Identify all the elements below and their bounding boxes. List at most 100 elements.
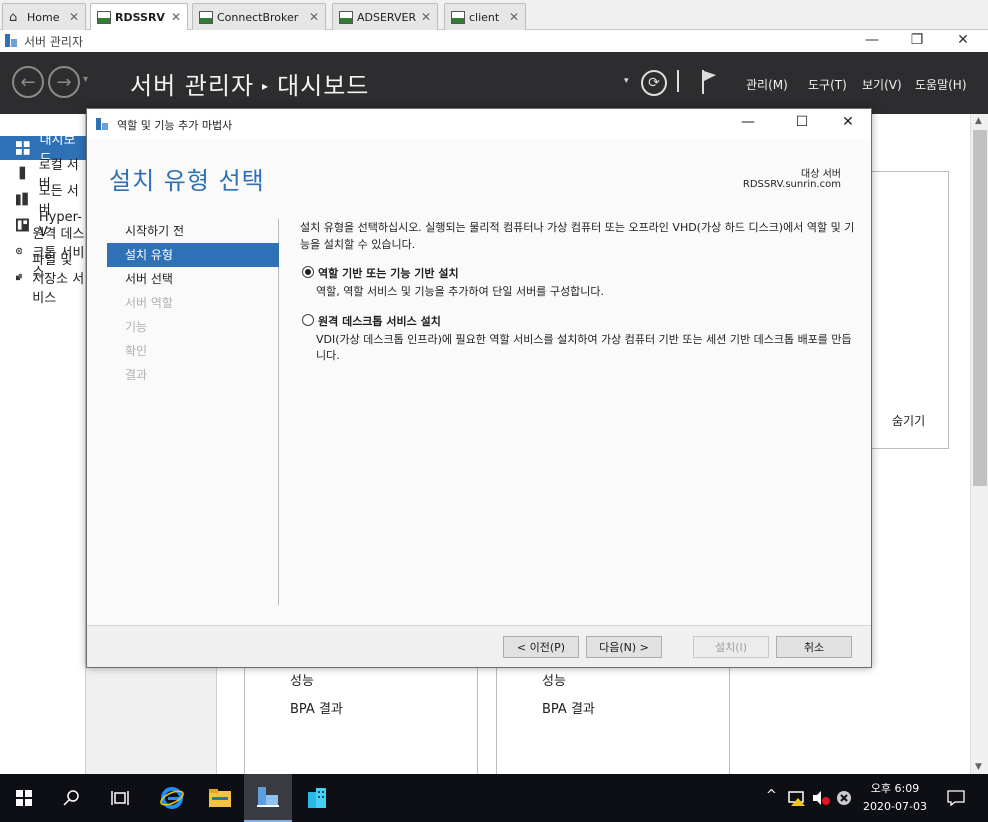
tab-close-icon[interactable]: ✕ [421, 10, 431, 24]
tile-performance[interactable]: 성능 [542, 670, 566, 689]
window-title-bar: 서버 관리자 — ❐ ✕ [0, 30, 988, 52]
dashboard-icon [16, 141, 30, 155]
tab-close-icon[interactable]: ✕ [509, 10, 519, 24]
menu-tools[interactable]: 도구(T) [808, 76, 847, 93]
menu-view[interactable]: 보기(V) [862, 76, 902, 93]
server-manager-icon [5, 34, 17, 47]
tab-client[interactable]: client ✕ [444, 3, 526, 30]
tab-label: Home [27, 10, 60, 24]
server-manager-taskbar-button[interactable] [244, 774, 292, 822]
network-warning-icon[interactable] [788, 790, 806, 806]
step-installation-type[interactable]: 설치 유형 [107, 243, 279, 267]
radio-role-based[interactable] [302, 266, 314, 278]
tab-close-icon[interactable]: ✕ [171, 10, 181, 24]
tab-close-icon[interactable]: ✕ [69, 10, 79, 24]
tile-bpa-results[interactable]: BPA 결과 [290, 698, 343, 717]
tab-label: RDSSRV [115, 11, 165, 24]
breadcrumb-root[interactable]: 서버 관리자 [130, 72, 254, 100]
app-header: ← → ▾ 서버 관리자 ▸ 대시보드 ▾ ⟳ 관리(M) 도구(T) 보기(V) … [0, 52, 988, 114]
blocked-icon[interactable] [836, 790, 852, 806]
tab-label: ConnectBroker [217, 10, 299, 24]
search-button[interactable] [48, 774, 96, 822]
forward-button[interactable]: → [48, 66, 80, 98]
tab-label: ADSERVER [357, 10, 417, 24]
task-view-icon [111, 791, 129, 805]
option-title[interactable]: 원격 데스크톱 서비스 설치 [318, 313, 441, 329]
task-view-button[interactable] [96, 774, 144, 822]
cancel-button[interactable]: 취소 [776, 636, 852, 658]
tray-overflow-icon[interactable]: ^ [766, 788, 777, 803]
tab-rdssrv[interactable]: RDSSRV ✕ [90, 3, 188, 31]
clock-time: 오후 6:09 [870, 782, 920, 795]
wizard-title-bar: 역할 및 기능 추가 마법사 — ☐ ✕ [87, 109, 871, 139]
scrollbar-thumb[interactable] [973, 130, 987, 486]
back-button[interactable]: ← [12, 66, 44, 98]
tab-home[interactable]: ⌂ Home ✕ [2, 3, 86, 30]
step-before-you-begin[interactable]: 시작하기 전 [107, 219, 279, 243]
rdcman-taskbar-button[interactable] [294, 774, 342, 822]
welcome-tile [860, 171, 949, 449]
scroll-up-icon[interactable]: ▲ [975, 116, 982, 126]
notification-flag-icon[interactable] [701, 69, 717, 95]
wizard-icon [96, 118, 108, 130]
hide-link[interactable]: 숨기기 [892, 412, 925, 429]
wizard-steps: 시작하기 전 설치 유형 서버 선택 서버 역할 기능 확인 결과 [107, 219, 279, 605]
wizard-footer: < 이전(P) 다음(N) > 설치(I) 취소 [87, 625, 871, 667]
nav-item-file-storage[interactable]: 파일 및 저장소 서비스 [0, 253, 86, 306]
next-button[interactable]: 다음(N) > [586, 636, 662, 658]
wizard-minimize-button[interactable]: — [725, 114, 771, 130]
file-storage-icon [16, 273, 23, 281]
action-center-icon[interactable] [947, 790, 965, 806]
refresh-button[interactable]: ⟳ [641, 70, 667, 96]
server-icon [19, 166, 26, 180]
taskbar: ^ 오후 6:09 2020-07-03 [0, 774, 988, 822]
step-server-selection[interactable]: 서버 선택 [107, 267, 279, 291]
step-server-roles: 서버 역할 [125, 296, 173, 310]
file-explorer-button[interactable] [196, 774, 244, 822]
nav-item-all-servers[interactable]: 모든 서버 [0, 184, 86, 218]
session-tab-bar: ⌂ Home ✕ RDSSRV ✕ ConnectBroker ✕ ADSERV… [0, 0, 988, 31]
radio-remote-desktop[interactable] [302, 314, 314, 326]
install-button: 설치(I) [693, 636, 769, 658]
wizard-close-button[interactable]: ✕ [825, 114, 871, 130]
left-navigation: 대시보드 로컬 서버 모든 서버 Hyper-V 원격 데스크톱 서비스 파일 … [0, 114, 86, 774]
refresh-icon: ⟳ [648, 75, 660, 91]
option-description: VDI(가상 데스크톱 인프라)에 필요한 역할 서비스를 설치하여 가상 컴퓨… [316, 333, 852, 362]
forward-arrow-icon: → [56, 71, 72, 93]
refresh-dropdown-icon[interactable]: ▾ [624, 76, 629, 86]
wizard-maximize-icon[interactable]: ☐ [779, 114, 825, 130]
clock-date: 2020-07-03 [863, 800, 927, 813]
restore-button[interactable]: ❐ [902, 32, 932, 48]
menu-help[interactable]: 도움말(H) [915, 76, 967, 93]
system-clock[interactable]: 오후 6:09 2020-07-03 [858, 780, 932, 816]
tab-connectbroker[interactable]: ConnectBroker ✕ [192, 3, 326, 30]
vertical-scrollbar[interactable]: ▲ ▼ [970, 114, 988, 774]
previous-button[interactable]: < 이전(P) [503, 636, 579, 658]
wizard-title: 역할 및 기능 추가 마법사 [117, 119, 233, 132]
search-icon [63, 790, 79, 806]
minimize-button[interactable]: — [857, 32, 887, 48]
start-button[interactable] [0, 774, 48, 822]
history-dropdown-icon[interactable]: ▾ [83, 74, 88, 85]
tab-close-icon[interactable]: ✕ [309, 10, 319, 24]
tile-performance[interactable]: 성능 [290, 670, 314, 689]
speaker-muted-icon[interactable] [812, 790, 830, 806]
option-title[interactable]: 역할 기반 또는 기능 기반 설치 [318, 265, 459, 281]
window-close-button[interactable]: ✕ [948, 32, 978, 48]
hyper-v-icon [16, 218, 29, 232]
vm-icon [97, 11, 111, 24]
home-icon: ⌂ [9, 9, 18, 25]
step-confirmation: 확인 [125, 344, 148, 358]
vm-icon [451, 10, 465, 24]
menu-manage[interactable]: 관리(M) [746, 76, 788, 93]
wizard-heading: 설치 유형 선택 [109, 167, 265, 195]
server-group-tile [496, 664, 730, 776]
internet-explorer-button[interactable] [148, 774, 196, 822]
wizard-body: 설치 유형 선택 대상 서버 RDSSRV.sunrin.com 시작하기 전 … [87, 139, 871, 625]
breadcrumb: 서버 관리자 ▸ 대시보드 [130, 66, 369, 101]
tile-bpa-results[interactable]: BPA 결과 [542, 698, 595, 717]
tab-adserver[interactable]: ADSERVER ✕ [332, 3, 438, 30]
window-title: 서버 관리자 [24, 35, 84, 49]
nav-item-label: 파일 및 저장소 서비스 [32, 252, 85, 306]
scroll-down-icon[interactable]: ▼ [975, 762, 982, 772]
